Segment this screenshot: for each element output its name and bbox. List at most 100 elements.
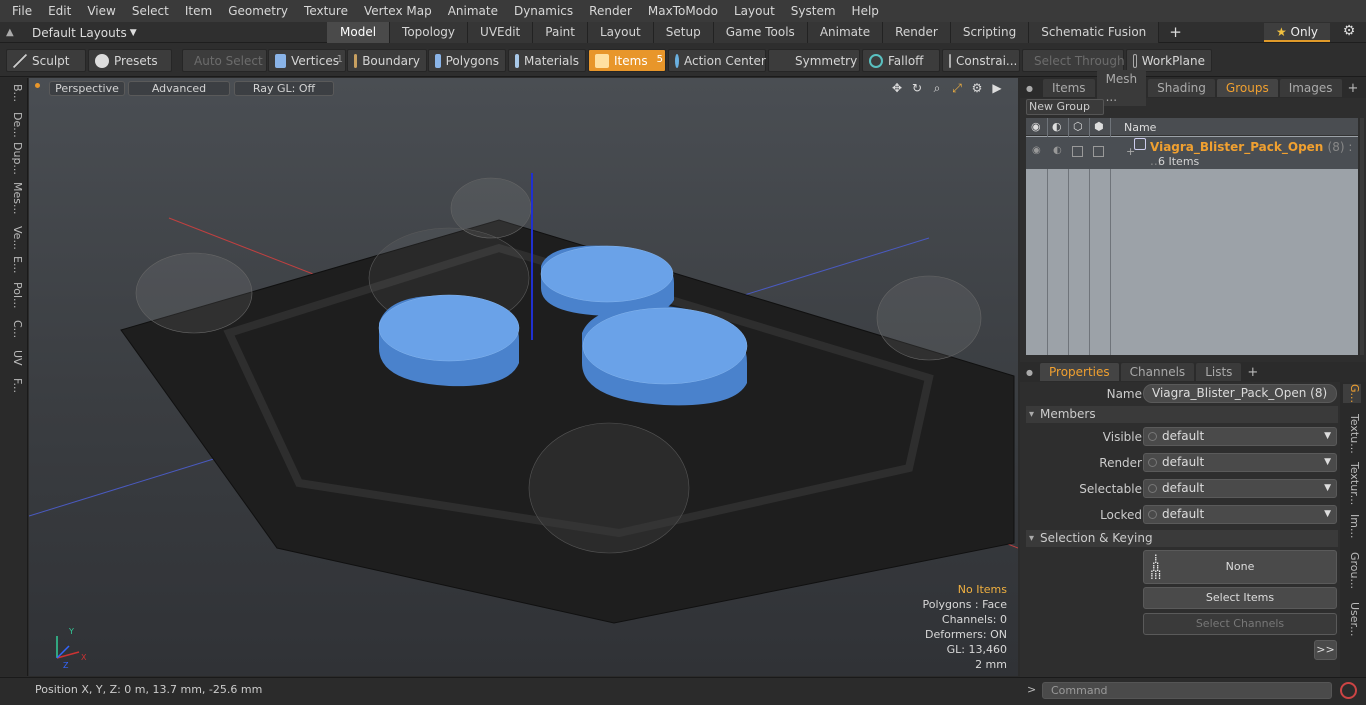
raygl-button[interactable]: Ray GL: Off [234,81,334,96]
menu-dynamics[interactable]: Dynamics [506,0,581,22]
row-render-icon[interactable]: ◐ [1053,145,1062,156]
pan-icon[interactable]: ✥ [890,81,904,95]
tab-setup[interactable]: Setup [653,22,714,43]
groups-scrollbar[interactable] [1360,118,1364,355]
row-lock-checkbox[interactable] [1072,146,1083,157]
tab-images[interactable]: Images [1279,79,1342,97]
vertices-button[interactable]: Vertices 1 [268,49,346,72]
view-mode-button[interactable]: Perspective [49,81,125,96]
name-field[interactable]: Viagra_Blister_Pack_Open (8) [1143,384,1337,403]
members-section[interactable]: Members [1026,406,1338,423]
add-panel-tab-button[interactable]: + [1342,81,1365,96]
tab-render[interactable]: Render [883,22,951,43]
menu-layout[interactable]: Layout [726,0,783,22]
left-tab-polygon[interactable]: Pol... [2,282,24,309]
menu-edit[interactable]: Edit [40,0,79,22]
3d-viewport[interactable]: Y X Z Perspective Advanced Ray GL: Off ✥… [29,78,1018,676]
menu-view[interactable]: View [79,0,123,22]
fit-icon[interactable]: ⤢ [950,81,964,95]
menu-render[interactable]: Render [581,0,640,22]
selectable-dropdown[interactable]: default ▼ [1143,479,1337,498]
symmetry-button[interactable]: Symmetry [768,49,860,72]
items-button[interactable]: Items 5 [588,49,666,72]
left-tab-uv[interactable]: UV [2,350,24,366]
vtab-group-2[interactable]: Grou... [1343,552,1361,589]
tab-game-tools[interactable]: Game Tools [713,22,808,43]
tab-groups[interactable]: Groups [1216,79,1278,97]
left-tab-edge[interactable]: E... [2,256,24,273]
menu-item[interactable]: Item [177,0,220,22]
play-arrow-icon[interactable]: ▶ [990,81,1004,95]
viewport-menu-dot-icon[interactable] [35,83,40,88]
layout-selector[interactable]: ▲ Default Layouts ▼ [6,24,137,41]
render-dropdown[interactable]: default ▼ [1143,453,1337,472]
row-eye-icon[interactable]: ◉ [1032,145,1041,156]
menu-system[interactable]: System [783,0,844,22]
select-items-button[interactable]: Select Items [1143,587,1337,609]
left-tab-duplicate[interactable]: Dup... [2,142,24,175]
menu-vertex-map[interactable]: Vertex Map [356,0,440,22]
scene-render[interactable]: Y X Z [29,78,1018,676]
render-icon[interactable]: ◐ [1052,120,1062,133]
add-props-tab-button[interactable]: + [1241,365,1264,380]
constraints-button[interactable]: Constrai... [942,49,1020,72]
polygons-button[interactable]: Polygons [428,49,506,72]
tab-uvedit[interactable]: UVEdit [468,22,534,43]
menu-animate[interactable]: Animate [440,0,506,22]
visible-dropdown[interactable]: default ▼ [1143,427,1337,446]
none-button[interactable]: ⁞ ⁞⁞ ⁞⁞⁞ None [1143,550,1337,584]
left-tab-vertex[interactable]: Ve... [2,226,24,250]
falloff-button[interactable]: Falloff [862,49,940,72]
select-channels-button[interactable]: Select Channels [1143,613,1337,635]
tab-properties[interactable]: Properties [1040,363,1119,381]
tab-lists[interactable]: Lists [1196,363,1242,381]
eye-icon[interactable]: ◉ [1031,120,1041,133]
select-icon[interactable]: ⬢ [1094,120,1104,133]
materials-button[interactable]: Materials [508,49,586,72]
tab-mesh[interactable]: Mesh ... [1096,70,1147,106]
left-tab-basic[interactable]: B... [2,84,24,102]
boundary-button[interactable]: Boundary [347,49,427,72]
selection-keying-section[interactable]: Selection & Keying [1026,530,1338,547]
lock-icon[interactable]: ⬡ [1073,120,1083,133]
zoom-icon[interactable]: ⌕ [930,81,944,95]
menu-texture[interactable]: Texture [296,0,356,22]
tab-animate[interactable]: Animate [807,22,884,43]
sculpt-button[interactable]: Sculpt [6,49,86,72]
tab-channels[interactable]: Channels [1120,363,1195,381]
menu-file[interactable]: File [4,0,40,22]
gear-icon[interactable]: ⚙ [1338,23,1360,42]
workplane-button[interactable]: WorkPlane [1126,49,1212,72]
expand-up-icon[interactable]: ▲ [6,27,20,38]
vtab-texture[interactable]: Textu... [1343,414,1361,454]
tab-schematic-fusion[interactable]: Schematic Fusion [1029,22,1160,43]
add-tab-button[interactable]: + [1159,22,1192,43]
panel-menu-dot-icon[interactable]: ● [1020,84,1033,93]
action-center-button[interactable]: Action Center [668,49,766,72]
left-tab-curve[interactable]: C... [2,320,24,338]
rotate-icon[interactable]: ↻ [910,81,924,95]
tab-items[interactable]: Items [1042,79,1095,97]
more-button[interactable]: >> [1314,640,1337,660]
tab-shading[interactable]: Shading [1148,79,1215,97]
menu-maxtomodo[interactable]: MaxToModo [640,0,726,22]
vtab-user[interactable]: User... [1343,602,1361,637]
menu-geometry[interactable]: Geometry [220,0,296,22]
menu-help[interactable]: Help [844,0,887,22]
tab-paint[interactable]: Paint [533,22,588,43]
menu-select[interactable]: Select [124,0,177,22]
tab-scripting[interactable]: Scripting [950,22,1030,43]
vtab-group[interactable]: G... [1343,384,1361,404]
auto-select-button[interactable]: Auto Select [182,49,267,72]
shading-mode-button[interactable]: Advanced [128,81,230,96]
presets-button[interactable]: Presets [88,49,172,72]
command-input[interactable]: Command [1042,682,1332,699]
locked-dropdown[interactable]: default ▼ [1143,505,1337,524]
left-tab-fusion[interactable]: F... [2,378,24,393]
settings-gear-icon[interactable]: ⚙ [970,81,984,95]
record-icon[interactable] [1340,682,1357,699]
select-through-button[interactable]: Select Through [1022,49,1125,72]
tab-layout[interactable]: Layout [587,22,654,43]
left-tab-deform[interactable]: De... [2,112,24,138]
tab-topology[interactable]: Topology [390,22,469,43]
